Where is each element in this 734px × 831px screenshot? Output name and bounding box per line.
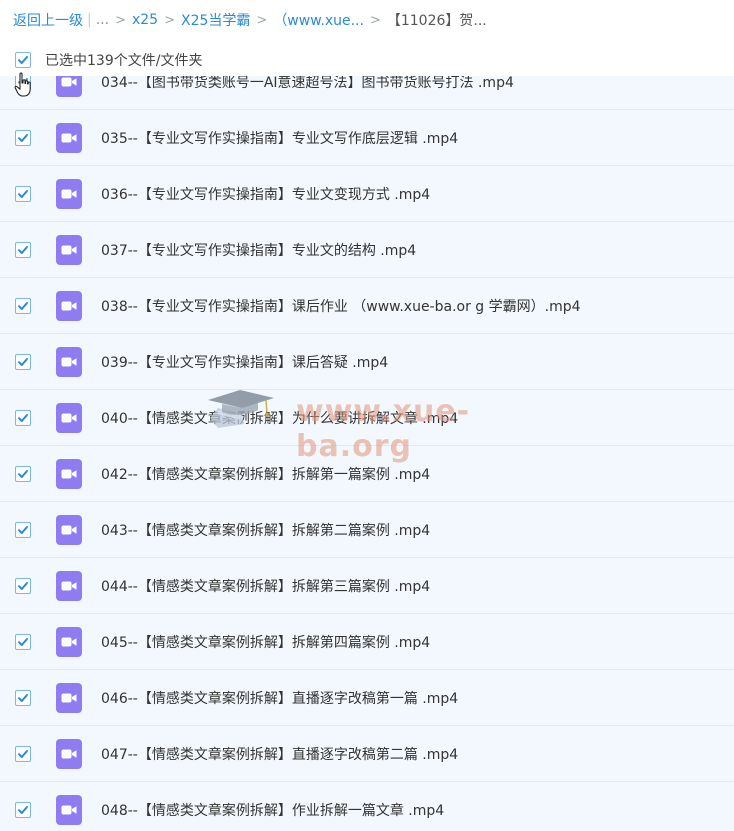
video-camera-icon (61, 581, 77, 590)
file-row[interactable]: 038--【专业文写作实操指南】课后作业 （www.xue-ba.or g 学霸… (0, 278, 734, 334)
file-row[interactable]: 046--【情感类文章案例拆解】直播逐字改稿第一篇 .mp4 (0, 670, 734, 726)
video-file-icon (56, 682, 82, 713)
file-name[interactable]: 035--【专业文写作实操指南】专业文写作底层逻辑 .mp4 (101, 128, 458, 148)
breadcrumb-item[interactable]: X25当学霸 (181, 10, 250, 30)
video-camera-icon (61, 693, 77, 702)
video-camera-icon (61, 301, 77, 310)
file-checkbox[interactable] (15, 297, 31, 314)
video-file-icon (56, 178, 82, 209)
check-icon (18, 637, 28, 646)
file-checkbox[interactable] (15, 185, 31, 202)
video-file-icon (56, 626, 82, 657)
chevron-right-icon: > (115, 12, 126, 28)
check-icon (18, 693, 28, 702)
file-checkbox[interactable] (15, 689, 31, 706)
selection-count-label: 已选中139个文件/文件夹 (45, 53, 203, 69)
video-file-icon (56, 346, 82, 377)
video-file-icon (56, 794, 82, 825)
check-icon (18, 413, 28, 422)
video-file-icon (56, 738, 82, 769)
chevron-right-icon: > (256, 12, 268, 28)
hand-pointer-icon (14, 72, 31, 97)
file-name[interactable]: 046--【情感类文章案例拆解】直播逐字改稿第一篇 .mp4 (101, 688, 458, 708)
file-row[interactable]: 039--【专业文写作实操指南】课后答疑 .mp4 (0, 334, 734, 390)
file-checkbox[interactable] (15, 801, 31, 818)
check-icon (18, 525, 28, 534)
select-all-checkbox[interactable] (15, 52, 31, 68)
video-camera-icon (61, 77, 77, 86)
chevron-right-icon: > (164, 12, 175, 28)
file-row[interactable]: 037--【专业文写作实操指南】专业文的结构 .mp4 (0, 222, 734, 278)
breadcrumb-current: 【11026】贺... (386, 13, 487, 29)
file-checkbox[interactable] (15, 465, 31, 482)
check-icon (18, 805, 28, 814)
file-checkbox[interactable] (15, 633, 31, 650)
video-camera-icon (61, 469, 77, 478)
video-camera-icon (61, 749, 77, 758)
file-name[interactable]: 045--【情感类文章案例拆解】拆解第四篇案例 .mp4 (101, 632, 430, 652)
breadcrumb-ellipsis[interactable]: ... (96, 12, 109, 28)
file-checkbox[interactable] (15, 577, 31, 594)
file-list: 034--【图书带货类账号一AI意速超号法】图书带货账号打法 .mp4 035--… (0, 54, 734, 831)
video-camera-icon (61, 245, 77, 254)
file-name[interactable]: 036--【专业文写作实操指南】专业文变现方式 .mp4 (101, 184, 430, 204)
video-camera-icon (61, 413, 77, 422)
check-icon (18, 245, 28, 254)
file-name[interactable]: 037--【专业文写作实操指南】专业文的结构 .mp4 (101, 240, 416, 260)
check-icon (18, 469, 28, 478)
video-file-icon (56, 514, 82, 545)
video-camera-icon (61, 357, 77, 366)
file-checkbox[interactable] (15, 353, 31, 370)
check-icon (18, 749, 28, 758)
video-file-icon (56, 570, 82, 601)
check-icon (18, 133, 28, 142)
file-checkbox[interactable] (15, 129, 31, 146)
file-name[interactable]: 048--【情感类文章案例拆解】作业拆解一篇文章 .mp4 (101, 800, 444, 820)
file-row[interactable]: 044--【情感类文章案例拆解】拆解第三篇案例 .mp4 (0, 558, 734, 614)
breadcrumb-item[interactable]: （www.xue... (273, 10, 364, 30)
file-row[interactable]: 043--【情感类文章案例拆解】拆解第二篇案例 .mp4 (0, 502, 734, 558)
file-name[interactable]: 043--【情感类文章案例拆解】拆解第二篇案例 .mp4 (101, 520, 430, 540)
check-icon (18, 301, 28, 310)
file-row[interactable]: 035--【专业文写作实操指南】专业文写作底层逻辑 .mp4 (0, 110, 734, 166)
file-row[interactable]: 036--【专业文写作实操指南】专业文变现方式 .mp4 (0, 166, 734, 222)
file-row[interactable]: 040--【情感类文章案例拆解】为什么要讲拆解文章 .mp4 (0, 390, 734, 446)
breadcrumb: 返回上一级 | ... > x25 > X25当学霸 > （www.xue...… (0, 0, 734, 40)
video-camera-icon (61, 525, 77, 534)
selection-bar: 已选中139个文件/文件夹 (0, 44, 734, 76)
file-name[interactable]: 038--【专业文写作实操指南】课后作业 （www.xue-ba.or g 学霸… (101, 296, 581, 316)
video-file-icon (56, 402, 82, 433)
file-checkbox[interactable] (15, 521, 31, 538)
file-name[interactable]: 039--【专业文写作实操指南】课后答疑 .mp4 (101, 352, 388, 372)
file-checkbox[interactable] (15, 409, 31, 426)
file-row[interactable]: 045--【情感类文章案例拆解】拆解第四篇案例 .mp4 (0, 614, 734, 670)
video-file-icon (56, 290, 82, 321)
file-row[interactable]: 042--【情感类文章案例拆解】拆解第一篇案例 .mp4 (0, 446, 734, 502)
file-name[interactable]: 042--【情感类文章案例拆解】拆解第一篇案例 .mp4 (101, 464, 430, 484)
video-file-icon (56, 234, 82, 265)
video-camera-icon (61, 189, 77, 198)
check-icon (18, 581, 28, 590)
file-checkbox[interactable] (15, 241, 31, 258)
check-icon (18, 189, 28, 198)
check-icon (18, 56, 28, 64)
breadcrumb-divider: | (87, 12, 92, 28)
file-row[interactable]: 048--【情感类文章案例拆解】作业拆解一篇文章 .mp4 (0, 782, 734, 831)
video-camera-icon (61, 805, 77, 814)
file-checkbox[interactable] (15, 745, 31, 762)
file-name[interactable]: 044--【情感类文章案例拆解】拆解第三篇案例 .mp4 (101, 576, 430, 596)
file-name[interactable]: 040--【情感类文章案例拆解】为什么要讲拆解文章 .mp4 (101, 408, 458, 428)
back-link[interactable]: 返回上一级 (13, 10, 83, 30)
file-row[interactable]: 047--【情感类文章案例拆解】直播逐字改稿第二篇 .mp4 (0, 726, 734, 782)
check-icon (18, 357, 28, 366)
chevron-right-icon: > (369, 12, 381, 28)
video-camera-icon (61, 637, 77, 646)
file-name[interactable]: 047--【情感类文章案例拆解】直播逐字改稿第二篇 .mp4 (101, 744, 458, 764)
video-camera-icon (61, 133, 77, 142)
video-file-icon (56, 458, 82, 489)
video-file-icon (56, 122, 82, 153)
breadcrumb-item[interactable]: x25 (132, 12, 158, 28)
